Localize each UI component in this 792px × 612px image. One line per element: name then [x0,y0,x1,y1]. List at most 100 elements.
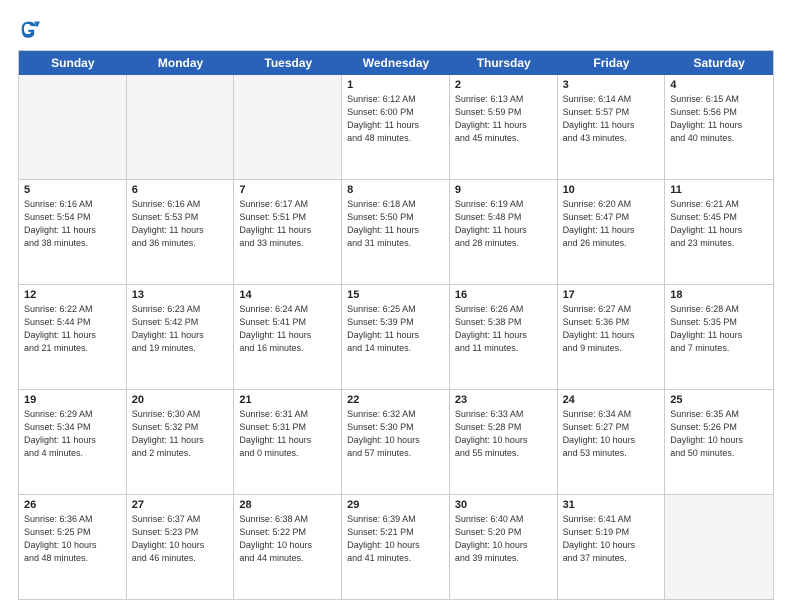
calendar-body: 1 Sunrise: 6:12 AM Sunset: 6:00 PM Daylig… [19,75,773,599]
day-number: 28 [239,499,336,511]
day-number: 2 [455,79,552,91]
calendar-row: 5 Sunrise: 6:16 AM Sunset: 5:54 PM Daylig… [19,180,773,285]
calendar-cell: 21 Sunrise: 6:31 AM Sunset: 5:31 PM Dayli… [234,390,342,494]
calendar-cell: 24 Sunrise: 6:34 AM Sunset: 5:27 PM Dayli… [558,390,666,494]
cell-info: Sunrise: 6:26 AM Sunset: 5:38 PM Dayligh… [455,303,552,355]
day-number: 20 [132,394,229,406]
calendar-cell: 31Sunrise: 6:41 AM Sunset: 5:19 PM Dayli… [558,495,666,599]
calendar-cell: 2 Sunrise: 6:13 AM Sunset: 5:59 PM Daylig… [450,75,558,179]
cell-info: Sunrise: 6:13 AM Sunset: 5:59 PM Dayligh… [455,93,552,145]
cell-info: Sunrise: 6:19 AM Sunset: 5:48 PM Dayligh… [455,198,552,250]
day-number: 17 [563,289,660,301]
day-number: 11 [670,184,768,196]
calendar-cell [127,75,235,179]
day-number: 26 [24,499,121,511]
cell-info: Sunrise: 6:14 AM Sunset: 5:57 PM Dayligh… [563,93,660,145]
weekday-header: Monday [127,51,235,75]
day-number: 25 [670,394,768,406]
calendar-cell: 15 Sunrise: 6:25 AM Sunset: 5:39 PM Dayli… [342,285,450,389]
calendar-cell [234,75,342,179]
calendar: SundayMondayTuesdayWednesdayThursdayFrid… [18,50,774,600]
calendar-cell: 14 Sunrise: 6:24 AM Sunset: 5:41 PM Dayli… [234,285,342,389]
cell-info: Sunrise: 6:24 AM Sunset: 5:41 PM Dayligh… [239,303,336,355]
cell-info: Sunrise: 6:12 AM Sunset: 6:00 PM Dayligh… [347,93,444,145]
calendar-row: 12 Sunrise: 6:22 AM Sunset: 5:44 PM Dayli… [19,285,773,390]
cell-info: Sunrise: 6:30 AM Sunset: 5:32 PM Dayligh… [132,408,229,460]
calendar-cell: 30 Sunrise: 6:40 AM Sunset: 5:20 PM Dayli… [450,495,558,599]
cell-info: Sunrise: 6:18 AM Sunset: 5:50 PM Dayligh… [347,198,444,250]
calendar-cell: 20 Sunrise: 6:30 AM Sunset: 5:32 PM Dayli… [127,390,235,494]
calendar-cell: 28 Sunrise: 6:38 AM Sunset: 5:22 PM Dayli… [234,495,342,599]
day-number: 9 [455,184,552,196]
calendar-cell: 27Sunrise: 6:37 AM Sunset: 5:23 PM Dayli… [127,495,235,599]
page: SundayMondayTuesdayWednesdayThursdayFrid… [0,0,792,612]
day-number: 30 [455,499,552,511]
day-number: 22 [347,394,444,406]
calendar-cell: 9 Sunrise: 6:19 AM Sunset: 5:48 PM Daylig… [450,180,558,284]
cell-info: Sunrise: 6:20 AM Sunset: 5:47 PM Dayligh… [563,198,660,250]
cell-info: Sunrise: 6:23 AM Sunset: 5:42 PM Dayligh… [132,303,229,355]
day-number: 16 [455,289,552,301]
calendar-row: 1 Sunrise: 6:12 AM Sunset: 6:00 PM Daylig… [19,75,773,180]
day-number: 7 [239,184,336,196]
calendar-cell: 16 Sunrise: 6:26 AM Sunset: 5:38 PM Dayli… [450,285,558,389]
calendar-cell: 29Sunrise: 6:39 AM Sunset: 5:21 PM Dayli… [342,495,450,599]
weekday-header: Sunday [19,51,127,75]
calendar-cell: 22 Sunrise: 6:32 AM Sunset: 5:30 PM Dayli… [342,390,450,494]
day-number: 29 [347,499,444,511]
cell-info: Sunrise: 6:21 AM Sunset: 5:45 PM Dayligh… [670,198,768,250]
day-number: 19 [24,394,121,406]
calendar-cell: 23Sunrise: 6:33 AM Sunset: 5:28 PM Dayli… [450,390,558,494]
cell-info: Sunrise: 6:15 AM Sunset: 5:56 PM Dayligh… [670,93,768,145]
cell-info: Sunrise: 6:38 AM Sunset: 5:22 PM Dayligh… [239,513,336,565]
calendar-cell: 6Sunrise: 6:16 AM Sunset: 5:53 PM Daylig… [127,180,235,284]
weekday-header: Friday [558,51,666,75]
calendar-cell: 17 Sunrise: 6:27 AM Sunset: 5:36 PM Dayli… [558,285,666,389]
day-number: 12 [24,289,121,301]
weekday-header: Wednesday [342,51,450,75]
cell-info: Sunrise: 6:36 AM Sunset: 5:25 PM Dayligh… [24,513,121,565]
cell-info: Sunrise: 6:32 AM Sunset: 5:30 PM Dayligh… [347,408,444,460]
cell-info: Sunrise: 6:40 AM Sunset: 5:20 PM Dayligh… [455,513,552,565]
day-number: 4 [670,79,768,91]
weekday-header: Thursday [450,51,558,75]
logo [18,18,42,40]
day-number: 3 [563,79,660,91]
calendar-cell: 3 Sunrise: 6:14 AM Sunset: 5:57 PM Daylig… [558,75,666,179]
day-number: 1 [347,79,444,91]
calendar-cell: 4 Sunrise: 6:15 AM Sunset: 5:56 PM Daylig… [665,75,773,179]
cell-info: Sunrise: 6:25 AM Sunset: 5:39 PM Dayligh… [347,303,444,355]
weekday-header: Tuesday [234,51,342,75]
day-number: 15 [347,289,444,301]
cell-info: Sunrise: 6:33 AM Sunset: 5:28 PM Dayligh… [455,408,552,460]
header [18,18,774,40]
weekday-header: Saturday [665,51,773,75]
day-number: 5 [24,184,121,196]
cell-info: Sunrise: 6:16 AM Sunset: 5:54 PM Dayligh… [24,198,121,250]
calendar-cell: 7 Sunrise: 6:17 AM Sunset: 5:51 PM Daylig… [234,180,342,284]
calendar-cell: 12 Sunrise: 6:22 AM Sunset: 5:44 PM Dayli… [19,285,127,389]
logo-icon [18,18,40,40]
calendar-cell: 8Sunrise: 6:18 AM Sunset: 5:50 PM Daylig… [342,180,450,284]
cell-info: Sunrise: 6:22 AM Sunset: 5:44 PM Dayligh… [24,303,121,355]
calendar-cell: 1 Sunrise: 6:12 AM Sunset: 6:00 PM Daylig… [342,75,450,179]
day-number: 24 [563,394,660,406]
cell-info: Sunrise: 6:16 AM Sunset: 5:53 PM Dayligh… [132,198,229,250]
calendar-cell: 25 Sunrise: 6:35 AM Sunset: 5:26 PM Dayli… [665,390,773,494]
calendar-row: 26 Sunrise: 6:36 AM Sunset: 5:25 PM Dayli… [19,495,773,599]
day-number: 21 [239,394,336,406]
cell-info: Sunrise: 6:27 AM Sunset: 5:36 PM Dayligh… [563,303,660,355]
cell-info: Sunrise: 6:37 AM Sunset: 5:23 PM Dayligh… [132,513,229,565]
cell-info: Sunrise: 6:17 AM Sunset: 5:51 PM Dayligh… [239,198,336,250]
cell-info: Sunrise: 6:31 AM Sunset: 5:31 PM Dayligh… [239,408,336,460]
calendar-cell [19,75,127,179]
calendar-cell [665,495,773,599]
cell-info: Sunrise: 6:29 AM Sunset: 5:34 PM Dayligh… [24,408,121,460]
cell-info: Sunrise: 6:28 AM Sunset: 5:35 PM Dayligh… [670,303,768,355]
calendar-cell: 18Sunrise: 6:28 AM Sunset: 5:35 PM Dayli… [665,285,773,389]
cell-info: Sunrise: 6:34 AM Sunset: 5:27 PM Dayligh… [563,408,660,460]
calendar-cell: 10Sunrise: 6:20 AM Sunset: 5:47 PM Dayli… [558,180,666,284]
calendar-row: 19 Sunrise: 6:29 AM Sunset: 5:34 PM Dayli… [19,390,773,495]
day-number: 14 [239,289,336,301]
cell-info: Sunrise: 6:35 AM Sunset: 5:26 PM Dayligh… [670,408,768,460]
